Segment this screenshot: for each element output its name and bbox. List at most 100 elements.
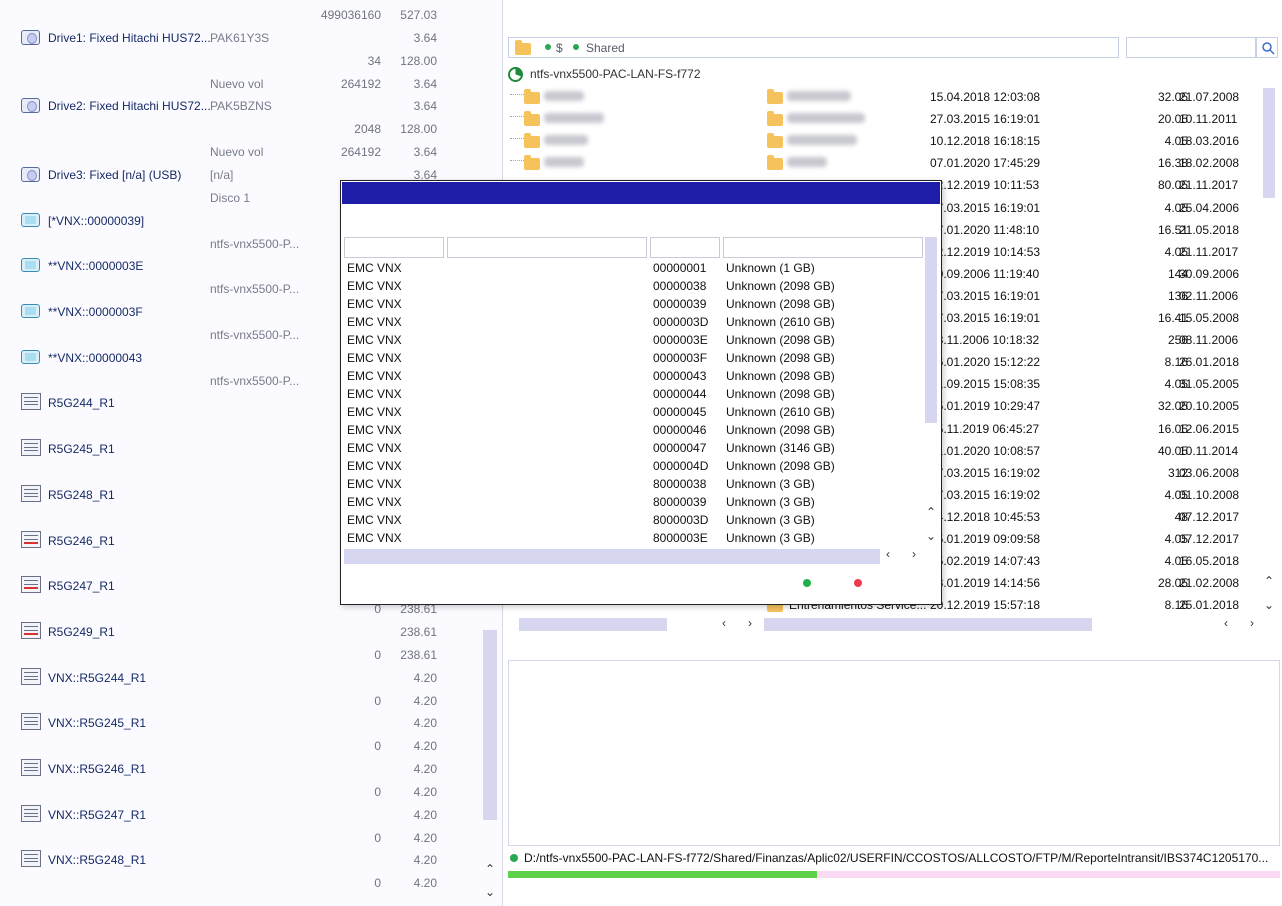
folder-icon <box>524 133 540 149</box>
tree-node[interactable]: VNX::R5G245_R1 4.20 <box>0 713 502 735</box>
device-row[interactable]: EMC VNX 00000038 Unknown (2098 GB) <box>344 277 922 295</box>
device-id: 00000045 <box>653 405 707 419</box>
column-header-id[interactable] <box>650 237 720 258</box>
redacted-folder-name <box>544 91 584 101</box>
tree-connector <box>510 138 524 140</box>
breadcrumb-item-root[interactable]: $ <box>556 41 563 55</box>
dialog-title-bar[interactable] <box>342 182 940 204</box>
scroll-down-icon[interactable]: ⌄ <box>485 885 495 899</box>
search-input[interactable] <box>1126 37 1256 58</box>
device-row[interactable]: EMC VNX 00000045 Unknown (2610 GB) <box>344 403 922 421</box>
dialog-horizontal-scrollbar[interactable] <box>344 549 880 564</box>
modified-date: 04.12.2018 10:45:53 <box>930 509 1041 524</box>
tree-node[interactable]: Drive1: Fixed Hitachi HUS72... PAK61Y3S 3.… <box>0 28 502 50</box>
device-row[interactable]: EMC VNX 00000039 Unknown (2098 GB) <box>344 295 922 313</box>
device-row[interactable]: EMC VNX 00000043 Unknown (2098 GB) <box>344 367 922 385</box>
details-horizontal-scrollbar[interactable] <box>764 618 1092 631</box>
node-label: R5G249_R1 <box>48 624 115 639</box>
device-row[interactable]: EMC VNX 80000039 Unknown (3 GB) <box>344 493 922 511</box>
modified-date: 15.01.2019 10:29:47 <box>930 399 1041 414</box>
device-id: 0000004D <box>653 459 709 473</box>
device-row[interactable]: EMC VNX 00000046 Unknown (2098 GB) <box>344 421 922 439</box>
device-row[interactable]: EMC VNX 8000003E Unknown (3 GB) <box>344 529 922 547</box>
scroll-up-icon[interactable]: ⌃ <box>926 505 936 519</box>
device-id: 00000038 <box>653 279 707 293</box>
device-row[interactable]: EMC VNX 0000004D Unknown (2098 GB) <box>344 457 922 475</box>
tree-node[interactable]: VNX::R5G247_R1 4.20 <box>0 804 502 827</box>
device-vendor: EMC VNX <box>347 261 402 275</box>
modified-date: 10.12.2018 16:18:15 <box>930 134 1041 149</box>
status-path: D:/ntfs-vnx5500-PAC-LAN-FS-f772/Shared/F… <box>524 851 1269 865</box>
device-row[interactable]: EMC VNX 8000003D Unknown (3 GB) <box>344 511 922 529</box>
node-label: R5G246_R1 <box>48 533 115 548</box>
breadcrumb-item-shared[interactable]: Shared <box>586 41 625 55</box>
tree-node[interactable]: VNX::R5G246_R1 4.20 <box>0 759 502 781</box>
scroll-right-icon[interactable]: › <box>912 547 916 561</box>
modified-date: 21.01.2020 10:08:57 <box>930 443 1041 458</box>
scroll-up-icon[interactable]: ⌃ <box>485 862 495 876</box>
device-description: Unknown (2098 GB) <box>726 387 835 401</box>
left-vertical-scrollbar[interactable] <box>483 630 497 820</box>
scroll-down-icon[interactable]: ⌄ <box>1264 598 1274 612</box>
device-vendor: EMC VNX <box>347 297 402 311</box>
volume-icon <box>21 258 40 273</box>
raid-server-icon <box>21 439 41 457</box>
scroll-up-icon[interactable]: ⌃ <box>1264 574 1274 588</box>
device-row[interactable]: EMC VNX 80000038 Unknown (3 GB) <box>344 475 922 493</box>
scroll-left-icon[interactable]: ‹ <box>1224 616 1228 630</box>
scroll-right-icon[interactable]: › <box>1250 616 1254 630</box>
modified-date: 12.12.2019 10:14:53 <box>930 244 1041 259</box>
file-row[interactable]: 27.03.2015 16:19:01 20.05 10.11.2011 <box>504 108 1282 130</box>
node-value-1: 0 <box>374 739 381 754</box>
ok-button[interactable] <box>803 579 811 587</box>
device-row[interactable]: EMC VNX 0000003F Unknown (2098 GB) <box>344 349 922 367</box>
file-list-vertical-scrollbar[interactable] <box>1263 88 1275 198</box>
device-id: 00000039 <box>653 297 707 311</box>
column-header-vendor[interactable] <box>344 237 444 258</box>
node-subtitle: [n/a] <box>210 167 234 182</box>
preview-area <box>508 660 1280 846</box>
file-row[interactable]: 15.04.2018 12:03:08 32.05 21.07.2008 <box>504 86 1282 108</box>
search-button[interactable] <box>1256 37 1278 58</box>
tree-node[interactable]: VNX::R5G244_R1 4.20 <box>0 667 502 690</box>
scroll-left-icon[interactable]: ‹ <box>886 547 890 561</box>
file-row[interactable]: 10.12.2018 16:18:15 4.05 18.03.2016 <box>504 130 1282 152</box>
device-vendor: EMC VNX <box>347 423 402 437</box>
raid-server-icon <box>21 804 41 822</box>
scan-progress-bar <box>508 871 1280 878</box>
folder-icon <box>767 155 783 171</box>
raid-server-icon <box>21 759 41 777</box>
scroll-right-icon[interactable]: › <box>748 616 752 630</box>
scroll-left-icon[interactable]: ‹ <box>722 616 726 630</box>
device-id: 00000046 <box>653 423 707 437</box>
device-description: Unknown (2098 GB) <box>726 297 835 311</box>
device-row[interactable]: EMC VNX 00000001 Unknown (1 GB) <box>344 259 922 277</box>
modified-date: 27.03.2015 16:19:01 <box>930 311 1041 325</box>
device-id: 0000003E <box>653 333 708 347</box>
column-header-description[interactable] <box>723 237 923 258</box>
device-row[interactable]: EMC VNX 0000003E Unknown (2098 GB) <box>344 331 922 349</box>
created-date: 07.12.2017 <box>1179 509 1240 524</box>
dialog-vertical-scrollbar[interactable] <box>925 237 937 423</box>
tree-node[interactable]: VNX::R5G248_R1 4.20 <box>0 850 502 872</box>
node-value-2: 3.64 <box>413 145 437 160</box>
device-id: 0000003D <box>653 315 709 329</box>
file-row[interactable]: 07.01.2020 17:45:29 16.38 18.02.2008 <box>504 152 1282 174</box>
modified-date: 05.02.2019 14:07:43 <box>930 554 1041 569</box>
device-row[interactable]: EMC VNX 0000003D Unknown (2610 GB) <box>344 313 922 331</box>
device-vendor: EMC VNX <box>347 441 402 455</box>
device-row[interactable]: EMC VNX 00000047 Unknown (3146 GB) <box>344 439 922 457</box>
device-description: Unknown (2610 GB) <box>726 405 835 419</box>
created-date: 02.11.2006 <box>1179 288 1239 303</box>
device-row[interactable]: EMC VNX 00000044 Unknown (2098 GB) <box>344 385 922 403</box>
tree-detail-row: 0 4.20 <box>0 691 502 713</box>
volume-icon <box>21 212 40 227</box>
scroll-down-icon[interactable]: ⌄ <box>926 529 936 543</box>
device-id: 0000003F <box>653 351 708 365</box>
tree-node[interactable]: R5G249_R1 238.61 <box>0 621 502 644</box>
cancel-button[interactable] <box>854 579 862 587</box>
column-header-model[interactable] <box>447 237 647 258</box>
path-breadcrumb[interactable]: $ Shared <box>508 37 1119 58</box>
name-column-horizontal-scrollbar[interactable] <box>519 618 667 631</box>
tree-node[interactable]: Drive2: Fixed Hitachi HUS72... PAK5BZNS 3.… <box>0 96 502 118</box>
